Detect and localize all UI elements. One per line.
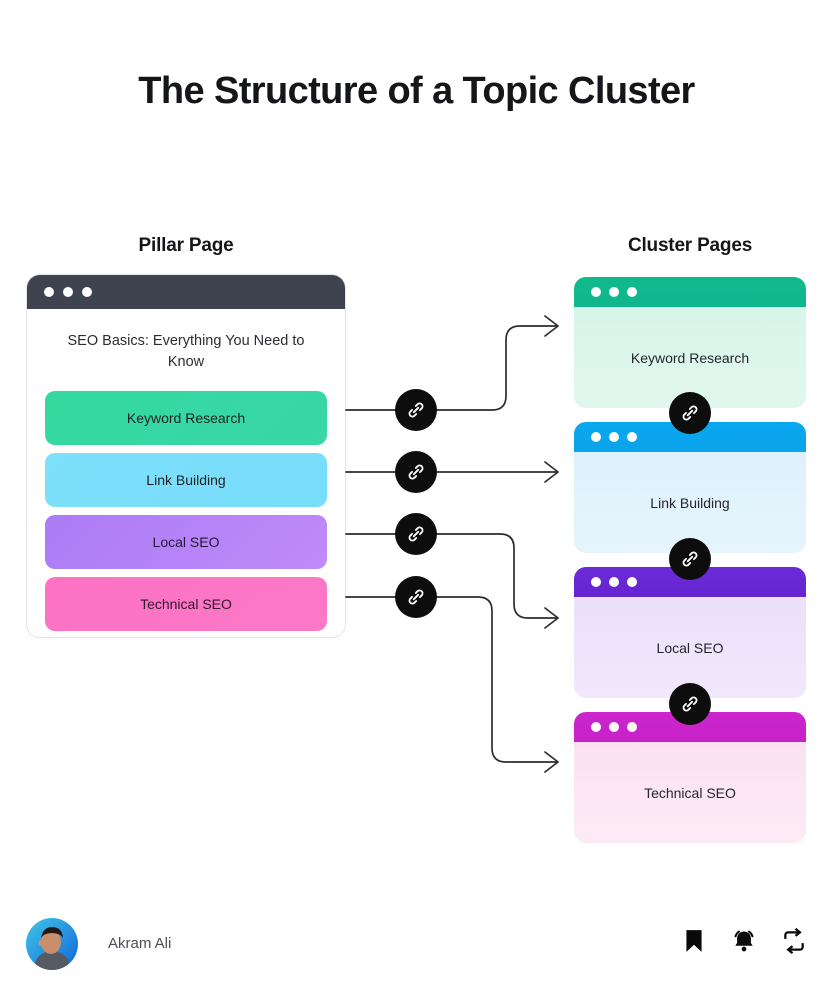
chain-link-icon — [408, 402, 424, 418]
link-badge-connector-4[interactable] — [395, 576, 437, 618]
cluster-column-heading: Cluster Pages — [627, 235, 753, 256]
window-dot-green — [627, 432, 637, 442]
connector-1 — [345, 325, 557, 411]
cluster-card-keyword-research[interactable]: Keyword Research — [574, 277, 806, 408]
window-dot-yellow — [609, 432, 619, 442]
cluster-card-local-seo[interactable]: Local SEO — [574, 567, 806, 698]
pillar-topic-technical-seo[interactable]: Technical SEO — [45, 577, 327, 632]
link-badge-cluster-3-4[interactable] — [669, 683, 711, 725]
window-dot-green — [82, 287, 92, 297]
window-dot-red — [591, 722, 601, 732]
window-dot-yellow — [63, 287, 73, 297]
window-dot-red — [591, 287, 601, 297]
page-title: The Structure of a Topic Cluster — [138, 70, 695, 112]
pillar-page-card[interactable]: SEO Basics: Everything You Need to Know … — [26, 274, 346, 638]
window-dot-green — [627, 722, 637, 732]
pillar-topic-link-building[interactable]: Link Building — [45, 453, 327, 508]
link-badge-connector-2[interactable] — [395, 451, 437, 493]
chain-link-icon — [682, 551, 698, 567]
bell-icon[interactable] — [731, 928, 757, 954]
footer-action-icons — [681, 928, 807, 954]
pillar-column-heading: Pillar Page — [138, 235, 234, 256]
chain-link-icon — [408, 464, 424, 480]
pillar-topic-local-seo[interactable]: Local SEO — [45, 515, 327, 570]
chain-link-icon — [682, 405, 698, 421]
arrowhead-1 — [544, 315, 559, 337]
window-dot-red — [591, 577, 601, 587]
infographic-canvas: The Structure of a Topic Cluster Pillar … — [0, 0, 833, 1000]
arrowhead-2 — [544, 461, 559, 483]
window-dot-yellow — [609, 577, 619, 587]
browser-chrome-bar — [574, 277, 806, 307]
cluster-card-link-building[interactable]: Link Building — [574, 422, 806, 553]
window-dot-red — [44, 287, 54, 297]
chain-link-icon — [682, 696, 698, 712]
window-dot-yellow — [609, 722, 619, 732]
pillar-page-title: SEO Basics: Everything You Need to Know — [67, 333, 305, 371]
repeat-icon[interactable] — [781, 928, 807, 954]
author-name: Akram Ali — [108, 935, 172, 952]
bookmark-icon[interactable] — [681, 928, 707, 954]
pillar-topic-list: Keyword Research Link Building Local SEO… — [45, 391, 327, 632]
arrowhead-4 — [544, 751, 559, 773]
cluster-card-technical-seo[interactable]: Technical SEO — [574, 712, 806, 843]
avatar-photo — [26, 918, 78, 970]
arrowhead-3 — [544, 607, 559, 629]
link-badge-connector-1[interactable] — [395, 389, 437, 431]
avatar[interactable] — [26, 918, 78, 970]
pillar-topic-keyword-research[interactable]: Keyword Research — [45, 391, 327, 446]
link-badge-cluster-2-3[interactable] — [669, 538, 711, 580]
window-dot-green — [627, 287, 637, 297]
connector-3 — [345, 533, 557, 619]
window-dot-yellow — [609, 287, 619, 297]
window-dot-red — [591, 432, 601, 442]
chain-link-icon — [408, 526, 424, 542]
cluster-card-label: Technical SEO — [574, 742, 806, 843]
browser-chrome-bar — [27, 275, 345, 309]
chain-link-icon — [408, 589, 424, 605]
link-badge-connector-3[interactable] — [395, 513, 437, 555]
window-dot-green — [627, 577, 637, 587]
link-badge-cluster-1-2[interactable] — [669, 392, 711, 434]
connector-4 — [345, 596, 557, 763]
